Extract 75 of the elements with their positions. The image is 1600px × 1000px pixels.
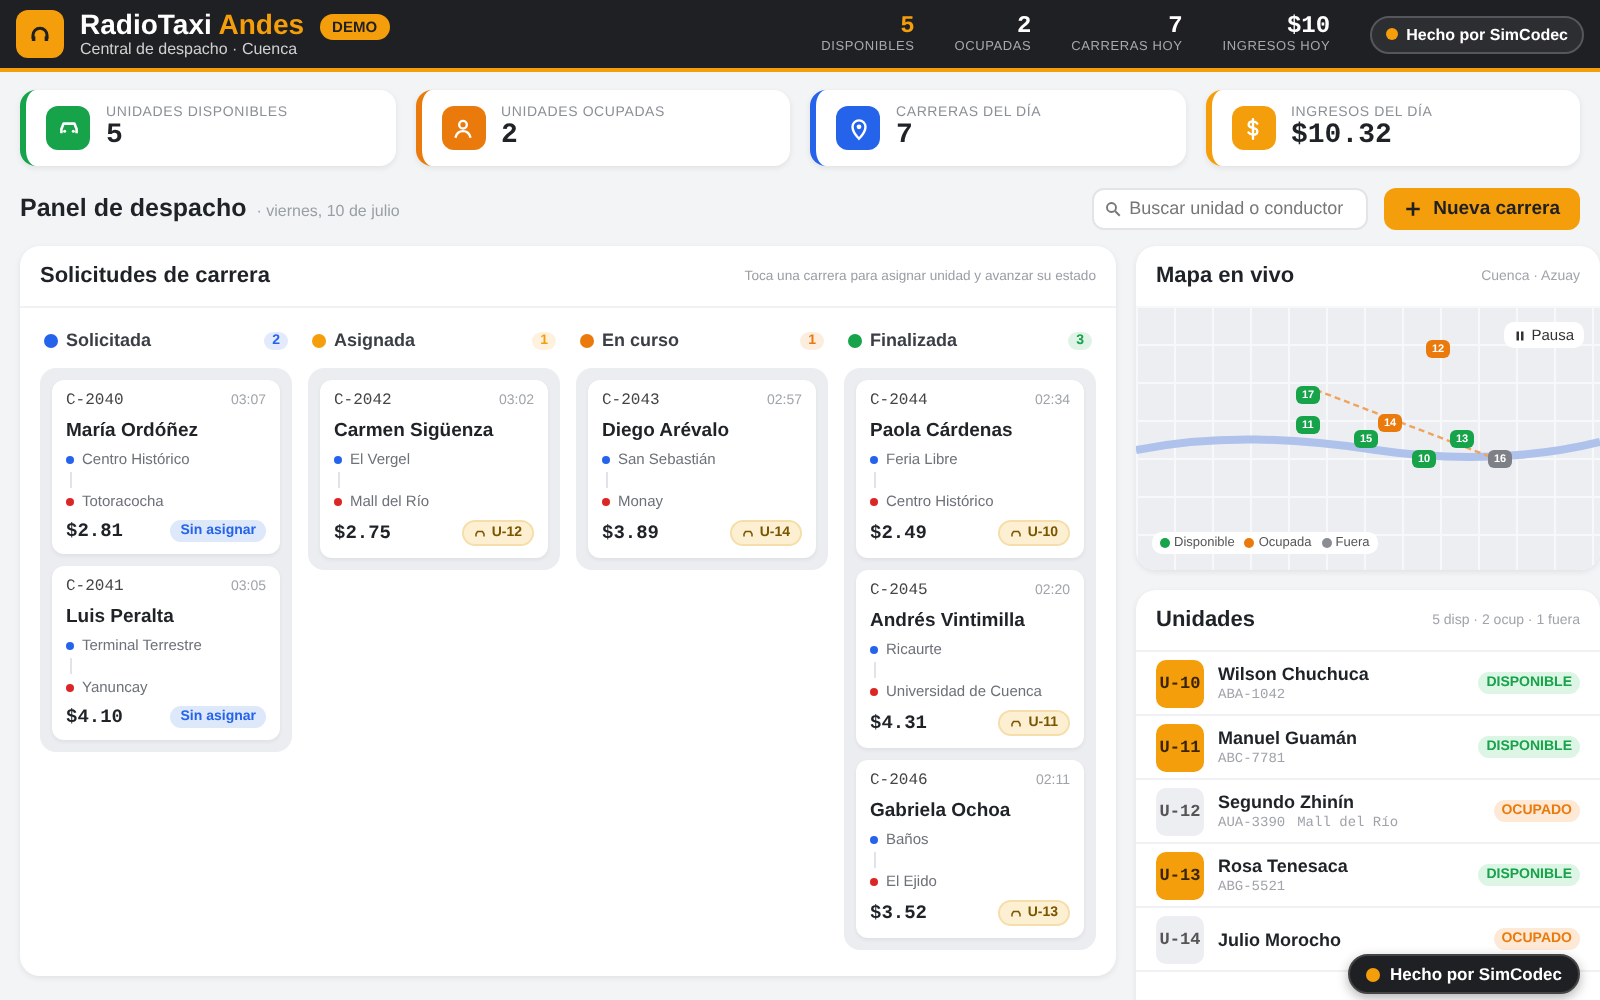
driver-name: Manuel Guamán xyxy=(1218,727,1360,747)
stat-value: 5 xyxy=(900,14,915,40)
search-field[interactable]: Buscar unidad o conductor xyxy=(1091,187,1368,229)
brand-accent: Andes xyxy=(218,8,305,40)
unit-code: U-11 xyxy=(1156,723,1204,771)
panel-title: Panel de despacho xyxy=(20,194,247,222)
ride-id: C-2042 xyxy=(334,392,392,410)
brand-name: RadioTaxi xyxy=(80,8,212,40)
ride-id: C-2044 xyxy=(870,392,928,410)
dropoff-dot-icon xyxy=(334,497,342,505)
credit-toast[interactable]: Hecho por SimCodec xyxy=(1348,954,1580,994)
passenger-name: Andrés Vintimilla xyxy=(870,610,1027,632)
dropoff-dot-icon xyxy=(870,497,878,505)
pickup-dot-icon xyxy=(870,455,878,463)
driver-name: Wilson Chuchuca xyxy=(1218,663,1371,683)
stat-value: $10 xyxy=(1286,14,1331,40)
dropoff-dot-icon xyxy=(602,497,610,505)
ride-price: $3.89 xyxy=(602,522,660,544)
unit-code: U-10 xyxy=(1156,659,1204,707)
ride-price: $4.10 xyxy=(66,706,124,728)
column-title: Finalizada xyxy=(870,330,960,350)
pickup-dot-icon xyxy=(870,835,878,843)
passenger-name: Gabriela Ochoa xyxy=(870,800,1013,822)
column-title: En curso xyxy=(602,330,682,350)
units-title: Unidades xyxy=(1156,608,1256,632)
ride-price: $2.81 xyxy=(66,520,124,542)
ride-price: $2.75 xyxy=(334,522,392,544)
ride-id: C-2043 xyxy=(602,392,660,410)
unit-code: U-14 xyxy=(1156,915,1204,963)
pickup-dot-icon xyxy=(602,455,610,463)
plus-icon xyxy=(1403,199,1422,217)
driver-name: Rosa Tenesaca xyxy=(1218,855,1350,875)
stat-value: 2 xyxy=(1016,14,1032,40)
board-title: Solicitudes de carrera xyxy=(40,264,270,288)
stat-value: 7 xyxy=(896,119,915,151)
ride-id: C-2046 xyxy=(870,772,928,790)
brand-subtitle: Central de despacho · Cuenca xyxy=(80,40,300,58)
dot-icon xyxy=(1366,967,1381,981)
person-icon xyxy=(450,115,476,141)
ride-id: C-2040 xyxy=(66,392,124,410)
driver-name: Segundo Zhinín xyxy=(1218,791,1356,811)
pickup-dot-icon xyxy=(334,455,342,463)
map-title: Mapa en vivo xyxy=(1156,264,1295,288)
pause-icon xyxy=(1513,329,1526,341)
column-title: Solicitada xyxy=(66,330,154,350)
stat-value: 7 xyxy=(1168,14,1183,40)
stat-value: 5 xyxy=(106,119,125,151)
passenger-name: Luis Peralta xyxy=(66,606,176,628)
dot-icon xyxy=(1386,28,1399,40)
pin-icon xyxy=(845,115,871,141)
driver-name: Julio Morocho xyxy=(1218,929,1343,949)
credit-button[interactable]: Hecho por SimCodec xyxy=(1370,15,1584,53)
pickup-dot-icon xyxy=(66,455,74,463)
dropoff-dot-icon xyxy=(870,687,878,695)
pickup-dot-icon xyxy=(870,645,878,653)
column-title: Asignada xyxy=(334,330,418,350)
unit-code: U-12 xyxy=(1156,787,1204,835)
passenger-name: Carmen Sigüenza xyxy=(334,420,496,442)
stat-value: 2 xyxy=(501,119,520,151)
panel-date: · viernes, 10 de julio xyxy=(256,201,400,219)
stat-value: $10.32 xyxy=(1291,119,1394,151)
ride-id: C-2041 xyxy=(66,578,124,596)
ride-price: $4.31 xyxy=(870,712,928,734)
ride-price: $2.49 xyxy=(870,522,928,544)
ride-id: C-2045 xyxy=(870,582,928,600)
pickup-dot-icon xyxy=(66,641,74,649)
passenger-name: Diego Arévalo xyxy=(602,420,732,442)
passenger-name: Paola Cárdenas xyxy=(870,420,1015,442)
unit-code: U-13 xyxy=(1156,851,1204,899)
new-ride-button[interactable]: Nueva carrera xyxy=(1383,187,1580,229)
dropoff-dot-icon xyxy=(870,877,878,885)
dropoff-dot-icon xyxy=(66,683,74,691)
passenger-name: María Ordóñez xyxy=(66,420,200,442)
ride-price: $3.52 xyxy=(870,902,928,924)
dropoff-dot-icon xyxy=(66,497,74,505)
